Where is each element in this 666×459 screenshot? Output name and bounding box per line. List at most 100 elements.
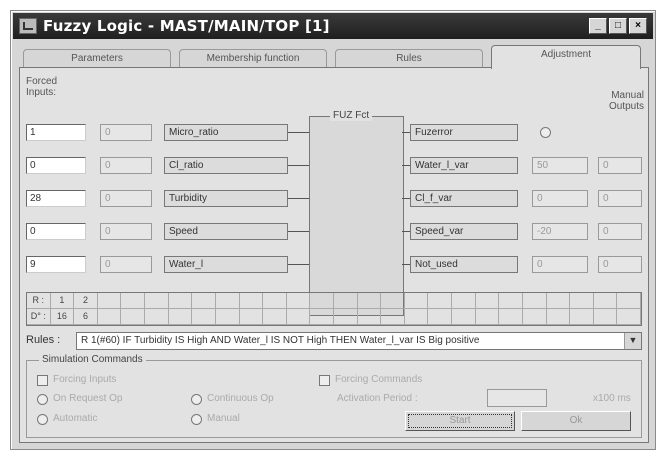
grid-cell[interactable] [381, 309, 405, 325]
grid-cell[interactable]: 6 [74, 309, 98, 325]
grid-cell[interactable] [97, 309, 122, 325]
grid-cell[interactable] [121, 293, 146, 309]
grid-cell[interactable] [570, 309, 594, 325]
grid-cell[interactable] [310, 293, 334, 309]
grid-cell[interactable] [570, 293, 594, 309]
manual-output-field[interactable]: 0 [598, 256, 642, 273]
activation-period-label: Activation Period : [337, 393, 418, 404]
grid-cell[interactable] [357, 309, 382, 325]
grid-cell[interactable] [192, 293, 216, 309]
grid-cell[interactable] [239, 293, 264, 309]
grid-header-d: D° : [27, 309, 51, 325]
grid-cell[interactable] [475, 309, 500, 325]
grid-cell[interactable]: 2 [74, 293, 98, 309]
input-variable-name: Micro_ratio [164, 124, 288, 141]
grid-header-r: R : [27, 293, 51, 309]
forcing-inputs-checkbox[interactable] [37, 375, 48, 386]
grid-cell[interactable] [499, 309, 523, 325]
grid-cell[interactable] [215, 309, 240, 325]
grid-cell[interactable] [334, 293, 358, 309]
grid-cell[interactable] [593, 309, 618, 325]
grid-cell[interactable]: 1 [50, 293, 75, 309]
tab-membership-function[interactable]: Membership function [179, 49, 327, 68]
grid-cell[interactable] [522, 293, 547, 309]
tab-parameters[interactable]: Parameters [23, 49, 171, 68]
forcing-commands-checkbox[interactable] [319, 375, 330, 386]
manual-radio[interactable] [191, 414, 202, 425]
grid-cell[interactable]: 16 [50, 309, 75, 325]
forced-input-field[interactable]: 1 [26, 124, 86, 141]
rules-label: Rules : [26, 334, 61, 346]
fuz-function-block: FUZ Fct [309, 110, 404, 316]
chevron-down-icon[interactable]: ▼ [624, 333, 641, 349]
grid-cell[interactable] [617, 293, 641, 309]
grid-cell[interactable] [215, 293, 240, 309]
automatic-label: Automatic [53, 413, 98, 424]
grid-cell[interactable] [121, 309, 146, 325]
grid-cell[interactable] [499, 293, 523, 309]
automatic-radio[interactable] [37, 414, 48, 425]
tab-adjustment[interactable]: Adjustment [491, 45, 641, 69]
output-variable-name: Cl_f_var [410, 190, 518, 207]
manual-output-field[interactable]: 0 [598, 223, 642, 240]
grid-cell[interactable] [428, 309, 453, 325]
manual-output-field[interactable]: 0 [598, 190, 642, 207]
forced-input-field[interactable]: 9 [26, 256, 86, 273]
connector-line [402, 132, 410, 133]
grid-cell[interactable] [452, 293, 476, 309]
output-value: 0 [532, 256, 588, 273]
grid-cell[interactable] [593, 293, 618, 309]
grid-cell[interactable] [168, 293, 193, 309]
grid-cell[interactable] [428, 293, 453, 309]
grid-cell[interactable] [357, 293, 382, 309]
input-value: 0 [100, 157, 152, 174]
grid-cell[interactable] [145, 309, 169, 325]
grid-cell[interactable] [97, 293, 122, 309]
grid-cell[interactable] [310, 309, 334, 325]
maximize-button[interactable]: □ [609, 18, 627, 34]
output-variable-name: Water_l_var [410, 157, 518, 174]
grid-cell[interactable] [546, 309, 571, 325]
grid-cell[interactable] [546, 293, 571, 309]
activation-period-field[interactable] [487, 389, 547, 407]
rules-dropdown-value: R 1(#60) IF Turbidity IS High AND Water_… [81, 335, 480, 346]
grid-cell[interactable] [334, 309, 358, 325]
grid-cell[interactable] [404, 309, 429, 325]
activation-period-unit: x100 ms [593, 393, 631, 404]
grid-cell[interactable] [381, 293, 405, 309]
grid-cell[interactable] [452, 309, 476, 325]
grid-cell[interactable] [475, 293, 500, 309]
forced-input-field[interactable]: 28 [26, 190, 86, 207]
grid-cell[interactable] [192, 309, 216, 325]
start-button[interactable]: Start [405, 411, 515, 431]
manual-output-radio[interactable] [540, 127, 551, 138]
forced-input-field[interactable]: 0 [26, 157, 86, 174]
close-button[interactable]: × [629, 18, 647, 34]
grid-cell[interactable] [617, 309, 641, 325]
grid-cell[interactable] [239, 309, 264, 325]
grid-cell[interactable] [404, 293, 429, 309]
grid-cell[interactable] [263, 293, 287, 309]
grid-cell[interactable] [168, 309, 193, 325]
grid-cell[interactable] [263, 309, 287, 325]
grid-cell[interactable] [286, 293, 311, 309]
minimize-button[interactable]: _ [589, 18, 607, 34]
window-title: Fuzzy Logic - MAST/MAIN/TOP [1] [43, 17, 330, 35]
on-request-label: On Request Op [53, 393, 123, 404]
ok-button[interactable]: Ok [521, 411, 631, 431]
rules-dropdown[interactable]: R 1(#60) IF Turbidity IS High AND Water_… [76, 332, 642, 350]
title-bar[interactable]: Fuzzy Logic - MAST/MAIN/TOP [1] _ □ × [13, 13, 653, 39]
grid-cell[interactable] [522, 309, 547, 325]
grid-cell[interactable] [145, 293, 169, 309]
input-variable-name: Water_l [164, 256, 288, 273]
continuous-radio[interactable] [191, 394, 202, 405]
manual-output-field[interactable]: 0 [598, 157, 642, 174]
tab-rules[interactable]: Rules [335, 49, 483, 68]
forcing-inputs-label: Forcing Inputs [53, 374, 117, 385]
forcing-commands-label: Forcing Commands [335, 374, 423, 385]
forced-input-field[interactable]: 0 [26, 223, 86, 240]
connector-line [288, 264, 309, 265]
on-request-radio[interactable] [37, 394, 48, 405]
grid-cell[interactable] [286, 309, 311, 325]
output-variable-name: Speed_var [410, 223, 518, 240]
